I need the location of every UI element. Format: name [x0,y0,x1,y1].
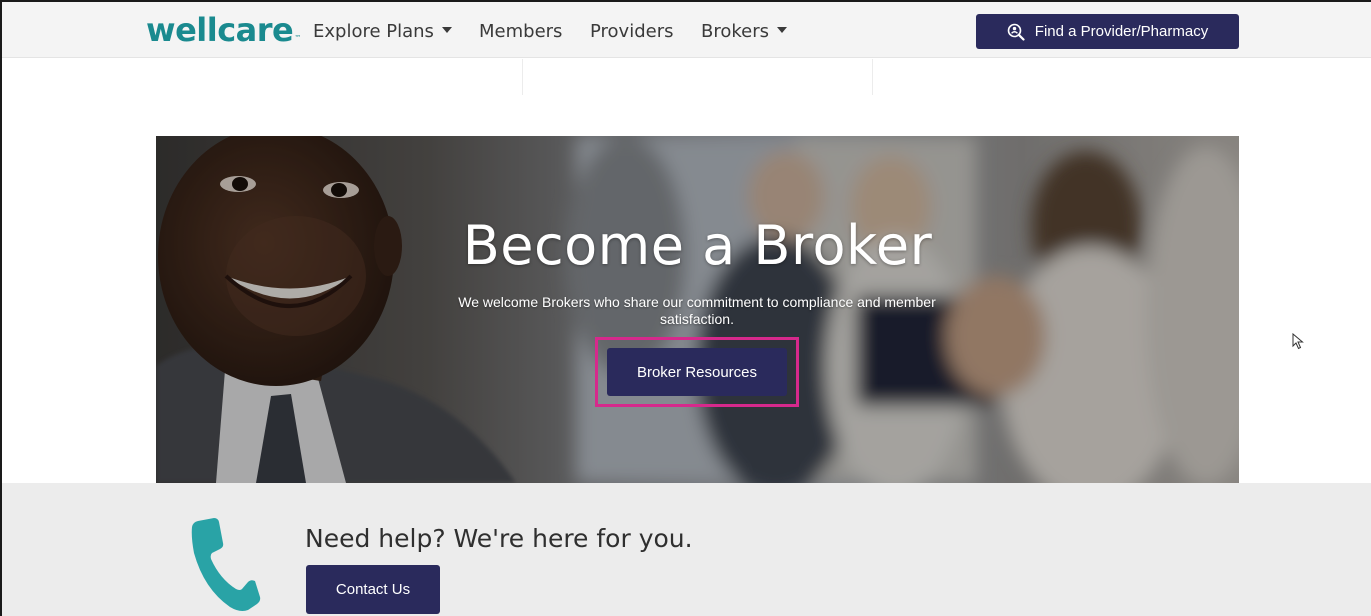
chevron-down-icon [777,27,788,33]
logo-text: wellcare [146,11,294,49]
find-button-label: Find a Provider/Pharmacy [1034,23,1209,40]
broker-resources-button[interactable]: Broker Resources [607,348,787,396]
contact-us-button[interactable]: Contact Us [306,565,440,614]
top-navigation: wellcare™ Explore Plans Members Provider… [2,2,1371,58]
nav-brokers-label: Brokers [701,21,770,42]
mouse-cursor-icon [1292,333,1304,350]
contact-us-label: Contact Us [335,581,411,598]
divider [522,59,523,95]
find-provider-pharmacy-button[interactable]: Find a Provider/Pharmacy [976,14,1239,49]
nav-members-label: Members [479,21,563,42]
hero-banner: Become a Broker We welcome Brokers who s… [156,136,1239,483]
divider [872,59,873,95]
nav-members[interactable]: Members [479,20,562,44]
help-title: Need help? We're here for you. [305,524,693,553]
phone-icon [191,518,261,611]
hero-subtitle: We welcome Brokers who share our commitm… [458,294,936,327]
logo-trademark: ™ [294,34,301,42]
search-person-icon [1007,23,1025,41]
nav-brokers[interactable]: Brokers [701,20,788,44]
nav-providers[interactable]: Providers [590,20,674,44]
nav-explore-plans[interactable]: Explore Plans [313,20,452,44]
nav-providers-label: Providers [590,21,674,42]
chevron-down-icon [441,27,452,33]
broker-resources-label: Broker Resources [636,363,758,381]
wellcare-logo[interactable]: wellcare™ [146,10,301,50]
help-section: Need help? We're here for you. Contact U… [2,483,1371,616]
hero-title: Become a Broker [462,214,933,277]
page: wellcare™ Explore Plans Members Provider… [0,0,1371,616]
nav-explore-plans-label: Explore Plans [313,21,434,42]
